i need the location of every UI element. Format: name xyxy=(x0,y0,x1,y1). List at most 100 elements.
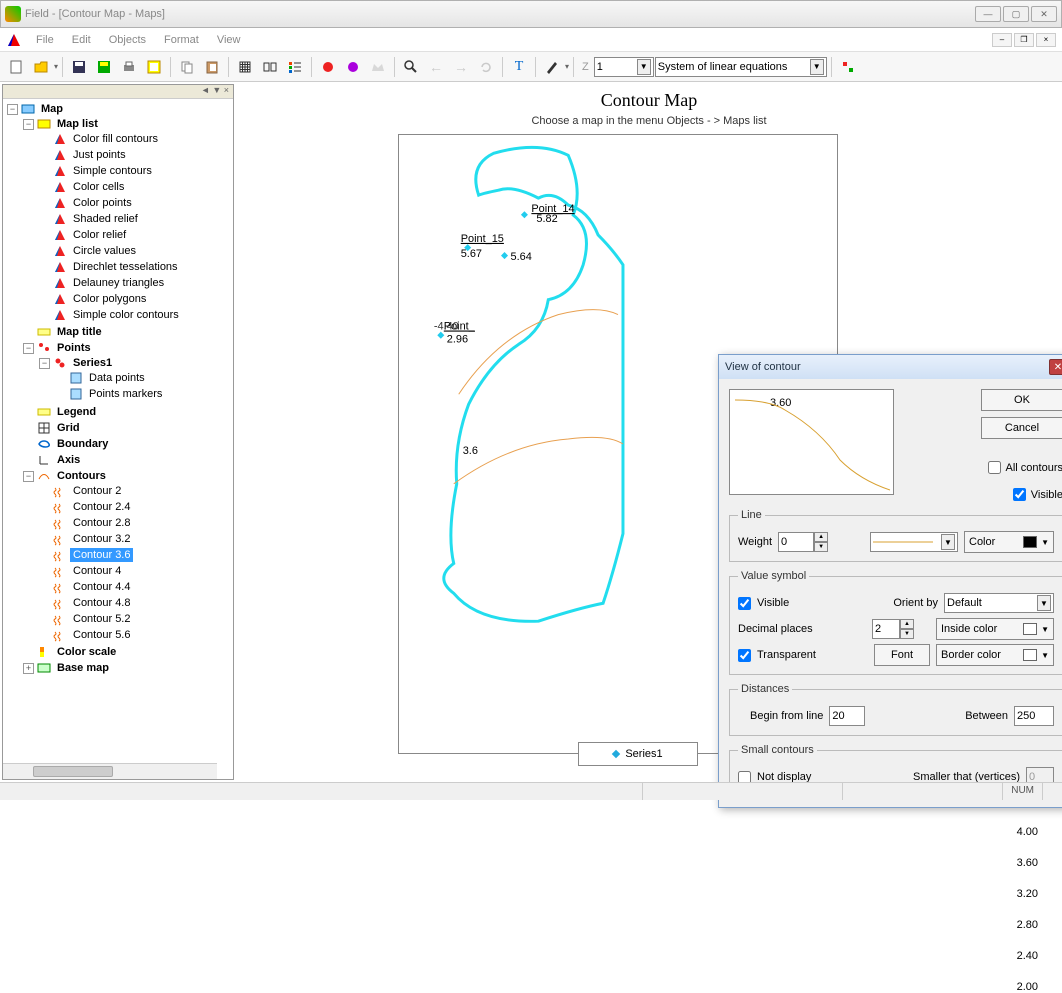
tree-grid[interactable]: Grid xyxy=(23,421,231,435)
z-label: Z xyxy=(578,61,593,73)
transparent-checkbox[interactable] xyxy=(738,649,751,662)
tree-axis[interactable]: Axis xyxy=(23,453,231,467)
tree-contour-item[interactable]: Contour 5.6 xyxy=(39,628,231,642)
map-point: Point_2.96 xyxy=(437,321,475,346)
paste-button[interactable] xyxy=(200,55,224,79)
all-contours-checkbox[interactable] xyxy=(988,461,1001,474)
dialog-titlebar[interactable]: View of contour ✕ xyxy=(719,355,1062,379)
tree-points[interactable]: −Points xyxy=(23,341,231,355)
tree-series1[interactable]: −Series1 xyxy=(39,356,231,370)
tree-map[interactable]: −Map xyxy=(7,102,231,116)
list-icon[interactable] xyxy=(283,55,307,79)
tree-maplist-item[interactable]: Circle values xyxy=(39,244,231,258)
dialog-close-button[interactable]: ✕ xyxy=(1049,359,1062,375)
font-button[interactable]: Font xyxy=(874,644,930,666)
vsym-visible-checkbox[interactable] xyxy=(738,597,751,610)
line-style-select[interactable]: ▼ xyxy=(870,532,958,552)
tree-contours[interactable]: −Contours xyxy=(23,469,231,483)
begin-input[interactable]: 20 xyxy=(829,706,865,726)
tree-pointsmarkers[interactable]: Points markers xyxy=(55,387,231,401)
forward-icon[interactable]: → xyxy=(449,55,473,79)
tree-maplist-item[interactable]: Color cells xyxy=(39,180,231,194)
sphere-icon[interactable] xyxy=(316,55,340,79)
text-icon[interactable]: T xyxy=(507,55,531,79)
map-subtitle: Choose a map in the menu Objects - > Map… xyxy=(238,115,1060,127)
sidebar-hscroll[interactable] xyxy=(3,763,217,779)
zoom-icon[interactable] xyxy=(399,55,423,79)
sphere2-icon[interactable] xyxy=(341,55,365,79)
copy-button[interactable] xyxy=(175,55,199,79)
maximize-button[interactable]: ▢ xyxy=(1003,6,1029,22)
cancel-button[interactable]: Cancel xyxy=(981,417,1062,439)
map-point: Point_155.67 xyxy=(461,233,504,260)
tree-contour-item[interactable]: Contour 2.4 xyxy=(39,500,231,514)
print-button[interactable] xyxy=(117,55,141,79)
tree-maplist-item[interactable]: Color polygons xyxy=(39,292,231,306)
tree-maplist-item[interactable]: Just points xyxy=(39,148,231,162)
tree-contour-item[interactable]: Contour 5.2 xyxy=(39,612,231,626)
svg-text:5.64: 5.64 xyxy=(510,251,531,263)
map-legend: Series1 xyxy=(578,742,698,766)
tree-maplist-item[interactable]: Color relief xyxy=(39,228,231,242)
menu-view[interactable]: View xyxy=(209,31,249,49)
tree-contour-item[interactable]: Contour 4 xyxy=(39,564,231,578)
tree-contour-item[interactable]: Contour 2.8 xyxy=(39,516,231,530)
tree-maplist-item[interactable]: Simple contours xyxy=(39,164,231,178)
between-input[interactable]: 250 xyxy=(1014,706,1054,726)
tree-contour-item[interactable]: Contour 3.6 xyxy=(39,548,231,562)
menu-objects[interactable]: Objects xyxy=(101,31,154,49)
layout-button[interactable] xyxy=(142,55,166,79)
line-color-button[interactable]: Color▼ xyxy=(964,531,1054,553)
mdi-minimize-button[interactable]: – xyxy=(992,33,1012,47)
contour-dialog: View of contour ✕ 3.60 OK Cancel All con… xyxy=(718,354,1062,808)
back-icon[interactable]: ← xyxy=(424,55,448,79)
tree-contour-item[interactable]: Contour 4.4 xyxy=(39,580,231,594)
tree-legend[interactable]: Legend xyxy=(23,405,231,419)
tree-maplist-item[interactable]: Shaded relief xyxy=(39,212,231,226)
close-button[interactable]: ✕ xyxy=(1031,6,1057,22)
svg-text:5.82: 5.82 xyxy=(536,213,557,225)
orient-select[interactable]: Default▼ xyxy=(944,593,1054,613)
menu-format[interactable]: Format xyxy=(156,31,207,49)
tree-maplist[interactable]: −Map list xyxy=(23,117,231,131)
method-select[interactable]: System of linear equations▼ xyxy=(655,57,827,77)
tree-contour-item[interactable]: Contour 2 xyxy=(39,484,231,498)
mdi-restore-button[interactable]: ❐ xyxy=(1014,33,1034,47)
tree-basemap[interactable]: +Base map xyxy=(23,661,231,675)
tree-colorscale[interactable]: Color scale xyxy=(23,645,231,659)
menu-edit[interactable]: Edit xyxy=(64,31,99,49)
visible-checkbox[interactable] xyxy=(1013,488,1026,501)
open-button[interactable] xyxy=(29,55,53,79)
tree-contour-item[interactable]: Contour 3.2 xyxy=(39,532,231,546)
tool-icon[interactable] xyxy=(836,55,860,79)
mdi-close-button[interactable]: × xyxy=(1036,33,1056,47)
new-button[interactable] xyxy=(4,55,28,79)
save-button[interactable] xyxy=(67,55,91,79)
crown-icon[interactable] xyxy=(366,55,390,79)
menu-file[interactable]: File xyxy=(28,31,62,49)
pen-icon[interactable] xyxy=(540,55,564,79)
tree-maplist-item[interactable]: Color fill contours xyxy=(39,132,231,146)
decimal-input[interactable]: 2▲▼ xyxy=(872,619,914,639)
tree-maplist-item[interactable]: Delauney triangles xyxy=(39,276,231,290)
tree-maplist-item[interactable]: Direchlet tesselations xyxy=(39,260,231,274)
z-select[interactable]: 1▼ xyxy=(594,57,654,77)
save-color-button[interactable] xyxy=(92,55,116,79)
ok-button[interactable]: OK xyxy=(981,389,1062,411)
refresh-icon[interactable] xyxy=(474,55,498,79)
canvas: Contour Map Choose a map in the menu Obj… xyxy=(238,84,1060,780)
app-icon xyxy=(5,6,21,22)
inside-color-button[interactable]: Inside color▼ xyxy=(936,618,1054,640)
border-color-button[interactable]: Border color▼ xyxy=(936,644,1054,666)
grid-icon[interactable] xyxy=(233,55,257,79)
minimize-button[interactable]: — xyxy=(975,6,1001,22)
toolbar: ▾ ← → T ▾ Z 1▼ System of linear equation… xyxy=(0,52,1062,82)
tree-boundary[interactable]: Boundary xyxy=(23,437,231,451)
tree-maplist-item[interactable]: Simple color contours xyxy=(39,308,231,322)
tree-maplist-item[interactable]: Color points xyxy=(39,196,231,210)
grid2-icon[interactable] xyxy=(258,55,282,79)
tree-datapoints[interactable]: Data points xyxy=(55,371,231,385)
tree-contour-item[interactable]: Contour 4.8 xyxy=(39,596,231,610)
tree-maptitle[interactable]: Map title xyxy=(23,325,231,339)
weight-input[interactable]: 0▲▼ xyxy=(778,532,828,552)
